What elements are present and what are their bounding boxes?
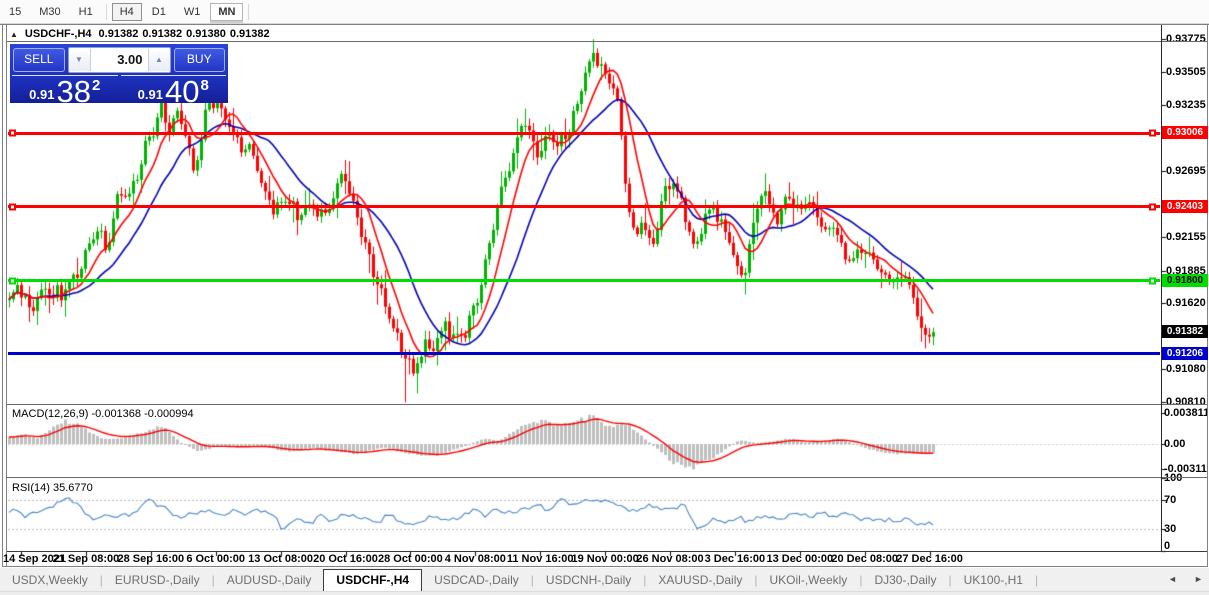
buy-price-display[interactable]: 0.91 40 8	[120, 74, 226, 109]
splitter-main-macd[interactable]	[7, 404, 1207, 405]
timeframe-button-m30[interactable]: M30	[31, 3, 68, 21]
horizontal-line-object[interactable]	[8, 277, 1160, 285]
y-axis-line	[1161, 25, 1162, 551]
header-divider	[7, 41, 1207, 42]
buy-button[interactable]: BUY	[173, 47, 225, 72]
price-badge: 0.91382	[1162, 325, 1208, 339]
rsi-label: RSI(14) 35.6770	[12, 482, 93, 494]
x-axis-line	[7, 551, 1207, 552]
macd-label: MACD(12,26,9) -0.001368 -0.000994	[12, 408, 194, 420]
timeframe-toolbar: 15 M30 H1 H4 D1 W1 MN	[0, 0, 1209, 24]
toolbar-separator	[248, 3, 250, 20]
tabs-scroll-left-icon[interactable]: ◄	[1168, 574, 1177, 584]
sell-button[interactable]: SELL	[13, 47, 65, 72]
volume-stepper: ▼ ▲	[67, 46, 171, 73]
line-handle-right[interactable]	[1149, 277, 1156, 285]
one-click-trading-panel: SELL ▼ ▲ BUY 0.91 38 2 0.91 40 8	[10, 44, 228, 109]
price-badge: 0.92403	[1162, 199, 1208, 213]
line-handle-left[interactable]	[9, 277, 16, 285]
timeframe-button-h1[interactable]: H1	[71, 3, 101, 21]
chart-window-border-left-outer	[2, 24, 3, 567]
sell-price-pips: 38	[56, 74, 91, 109]
sell-price-point: 2	[91, 77, 101, 94]
buy-price-prefix: 0.91	[137, 87, 163, 102]
price-badge: 0.93006	[1162, 126, 1208, 139]
timeframe-button-h4[interactable]: H4	[111, 2, 142, 21]
chart-window-border-top	[0, 24, 1209, 25]
buy-price-point: 8	[200, 77, 209, 94]
line-handle-left[interactable]	[9, 129, 16, 137]
timeframe-button-w1[interactable]: W1	[176, 3, 209, 21]
mt4-window: 15M30H1H4D1W1MN ▲ USDCHF-,H4 0.91382 0.9…	[0, 0, 1209, 595]
volume-increase-icon[interactable]: ▲	[147, 48, 170, 71]
toolbar-separator	[105, 3, 107, 20]
line-handle-left[interactable]	[9, 203, 16, 211]
chart-window-border-bottom	[2, 566, 1208, 567]
x-axis-label: 27 Dec 16:00	[896, 553, 963, 565]
sell-price-display[interactable]: 0.91 38 2	[12, 74, 118, 109]
price-badge: 0.91800	[1162, 273, 1208, 287]
tabs-scroll-right-icon[interactable]: ►	[1194, 574, 1203, 584]
buy-price-pips: 40	[164, 74, 200, 109]
price-badge: 0.91206	[1162, 346, 1208, 360]
splitter-macd-rsi[interactable]	[7, 477, 1207, 478]
sell-price-prefix: 0.91	[29, 87, 55, 102]
horizontal-line-object[interactable]	[8, 129, 1160, 137]
volume-decrease-icon[interactable]: ▼	[68, 48, 91, 71]
horizontal-line-object[interactable]	[8, 352, 1160, 356]
line-handle-right[interactable]	[1149, 129, 1156, 137]
chart-window-border-left-inner	[6, 24, 7, 567]
timeframe-button-d1[interactable]: D1	[144, 3, 174, 21]
line-handle-right[interactable]	[1149, 203, 1156, 211]
horizontal-line-object[interactable]	[8, 203, 1160, 211]
chart-window-border-right	[1207, 24, 1208, 567]
timeframe-button-mn[interactable]: MN	[210, 2, 244, 21]
volume-input[interactable]	[90, 48, 148, 71]
timeframe-button-15[interactable]: 15	[1, 3, 29, 21]
